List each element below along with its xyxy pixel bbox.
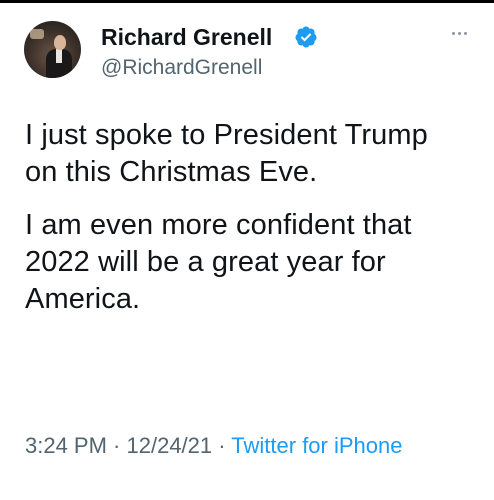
more-dot [458, 31, 461, 35]
tweet-source[interactable]: Twitter for iPhone [231, 433, 402, 458]
verified-badge-icon [295, 26, 317, 48]
more-dot [452, 31, 455, 35]
avatar-background-light [30, 29, 44, 39]
more-options-icon[interactable] [452, 29, 472, 37]
more-dot [464, 31, 467, 35]
tweet-paragraph: I am even more confident that 2022 will … [25, 209, 412, 315]
tweet-card: Richard Grenell @RichardGrenell I just s… [0, 3, 494, 500]
tweet-date[interactable]: 12/24/21 [127, 433, 213, 458]
meta-separator: · [212, 433, 232, 458]
display-name[interactable]: Richard Grenell [101, 23, 272, 51]
author-handle[interactable]: @RichardGrenell [101, 55, 262, 81]
tweet-paragraph: I just spoke to President Trump on this … [25, 119, 428, 188]
avatar-person-head [54, 35, 66, 50]
meta-separator: · [106, 433, 127, 458]
avatar-person-shirt [56, 49, 62, 63]
tweet-text: I just spoke to President Trump on this … [25, 117, 465, 318]
tweet-time[interactable]: 3:24 PM [25, 433, 107, 458]
tweet-meta: 3:24 PM · 12/24/21 · Twitter for iPhone [25, 431, 465, 461]
avatar[interactable] [24, 21, 81, 78]
